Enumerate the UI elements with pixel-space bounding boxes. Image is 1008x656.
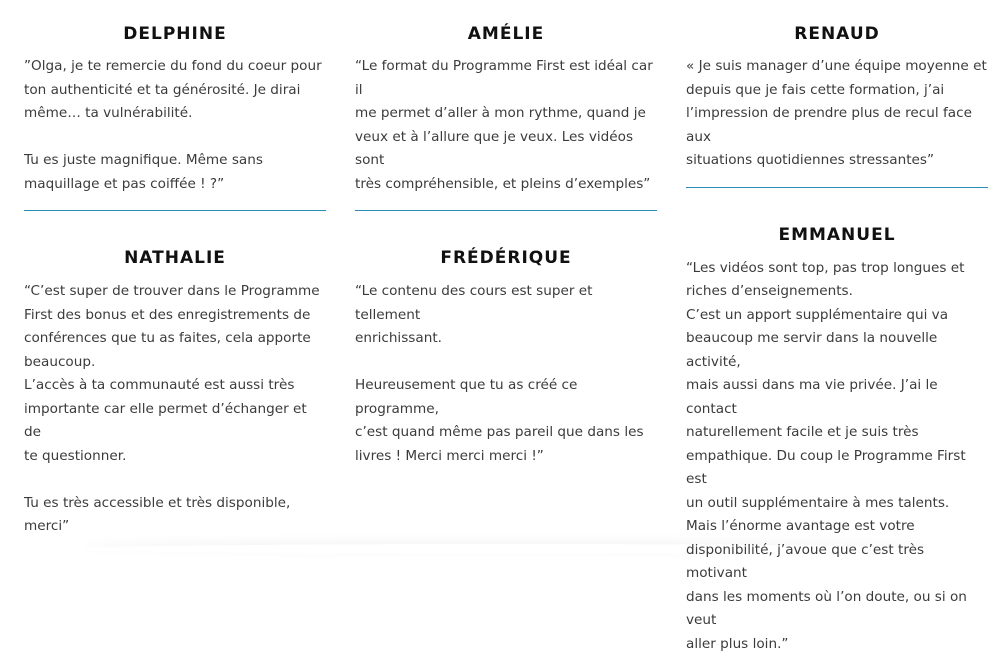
quote-line: même… ta vulnérabilité. bbox=[24, 102, 326, 126]
quote-line: situations quotidiennes stressantes” bbox=[686, 149, 988, 173]
quote-line: l’impression de prendre plus de recul fa… bbox=[686, 102, 988, 149]
quote-line: “Les vidéos sont top, pas trop longues e… bbox=[686, 257, 988, 281]
testimonial-name: EMMANUEL bbox=[686, 224, 988, 246]
section-bottom-shadow bbox=[80, 544, 928, 554]
quote-line: beaucoup me servir dans la nouvelle acti… bbox=[686, 327, 988, 374]
quote-line: “C’est super de trouver dans le Programm… bbox=[24, 280, 326, 304]
quote-line: Mais l’énorme avantage est votre bbox=[686, 515, 988, 539]
testimonial-quote: “Les vidéos sont top, pas trop longues e… bbox=[686, 257, 988, 656]
quote-line: C’est un apport supplémentaire qui va bbox=[686, 304, 988, 328]
quote-line: un outil supplémentaire à mes talents. bbox=[686, 492, 988, 516]
quote-line: importante car elle permet d’échanger et… bbox=[24, 398, 326, 445]
quote-line: ”Olga, je te remercie du fond du coeur p… bbox=[24, 55, 326, 79]
testimonial-card-amelie: AMÉLIE “Le format du Programme First est… bbox=[355, 0, 657, 211]
quote-line: maquillage et pas coiffée ! ?” bbox=[24, 173, 326, 197]
quote-line: Heureusement que tu as créé ce programme… bbox=[355, 374, 657, 421]
testimonial-column-3: RENAUD « Je suis manager d’une équipe mo… bbox=[686, 0, 988, 656]
quote-line: Tu es très accessible et très disponible… bbox=[24, 492, 326, 539]
testimonial-quote: « Je suis manager d’une équipe moyenne e… bbox=[686, 55, 988, 173]
testimonial-name: NATHALIE bbox=[24, 247, 326, 269]
testimonial-name: AMÉLIE bbox=[355, 23, 657, 45]
testimonial-quote: ”Olga, je te remercie du fond du coeur p… bbox=[24, 55, 326, 196]
testimonial-card-nathalie: NATHALIE “C’est super de trouver dans le… bbox=[24, 211, 326, 539]
quote-line: First des bonus et des enregistrements d… bbox=[24, 304, 326, 328]
quote-line: conférences que tu as faites, cela appor… bbox=[24, 327, 326, 351]
testimonial-name: FRÉDÉRIQUE bbox=[355, 247, 657, 269]
quote-line: me permet d’aller à mon rythme, quand je bbox=[355, 102, 657, 126]
quote-line: L’accès à ta communauté est aussi très bbox=[24, 374, 326, 398]
quote-line: c’est quand même pas pareil que dans les bbox=[355, 421, 657, 445]
quote-line: « Je suis manager d’une équipe moyenne e… bbox=[686, 55, 988, 79]
testimonial-quote: “Le contenu des cours est super et telle… bbox=[355, 280, 657, 468]
quote-line: beaucoup. bbox=[24, 351, 326, 375]
quote-line: dans les moments où l’on doute, ou si on… bbox=[686, 586, 988, 633]
quote-line: ton authenticité et ta générosité. Je di… bbox=[24, 79, 326, 103]
quote-line: depuis que je fais cette formation, j’ai bbox=[686, 79, 988, 103]
quote-line: te questionner. bbox=[24, 445, 326, 469]
testimonial-column-1: DELPHINE ”Olga, je te remercie du fond d… bbox=[24, 0, 326, 539]
quote-line: “Le format du Programme First est idéal … bbox=[355, 55, 657, 102]
quote-line: riches d’enseignements. bbox=[686, 280, 988, 304]
quote-line: enrichissant. bbox=[355, 327, 657, 351]
quote-line: Tu es juste magnifique. Même sans bbox=[24, 149, 326, 173]
testimonial-name: RENAUD bbox=[686, 23, 988, 45]
quote-line: livres ! Merci merci merci !” bbox=[355, 445, 657, 469]
testimonial-column-2: AMÉLIE “Le format du Programme First est… bbox=[355, 0, 657, 468]
testimonial-card-frederique: FRÉDÉRIQUE “Le contenu des cours est sup… bbox=[355, 211, 657, 468]
testimonial-card-emmanuel: EMMANUEL “Les vidéos sont top, pas trop … bbox=[686, 188, 988, 656]
quote-line: empathique. Du coup le Programme First e… bbox=[686, 445, 988, 492]
quote-line: mais aussi dans ma vie privée. J’ai le c… bbox=[686, 374, 988, 421]
quote-line: veux et à l’allure que je veux. Les vidé… bbox=[355, 126, 657, 173]
testimonial-name: DELPHINE bbox=[24, 23, 326, 45]
quote-line: “Le contenu des cours est super et telle… bbox=[355, 280, 657, 327]
testimonial-card-renaud: RENAUD « Je suis manager d’une équipe mo… bbox=[686, 0, 988, 188]
quote-line: naturellement facile et je suis très bbox=[686, 421, 988, 445]
testimonial-quote: “C’est super de trouver dans le Programm… bbox=[24, 280, 326, 539]
quote-line: très compréhensible, et pleins d’exemple… bbox=[355, 173, 657, 197]
quote-line: aller plus loin.” bbox=[686, 633, 988, 656]
testimonial-card-delphine: DELPHINE ”Olga, je te remercie du fond d… bbox=[24, 0, 326, 211]
testimonial-quote: “Le format du Programme First est idéal … bbox=[355, 55, 657, 196]
